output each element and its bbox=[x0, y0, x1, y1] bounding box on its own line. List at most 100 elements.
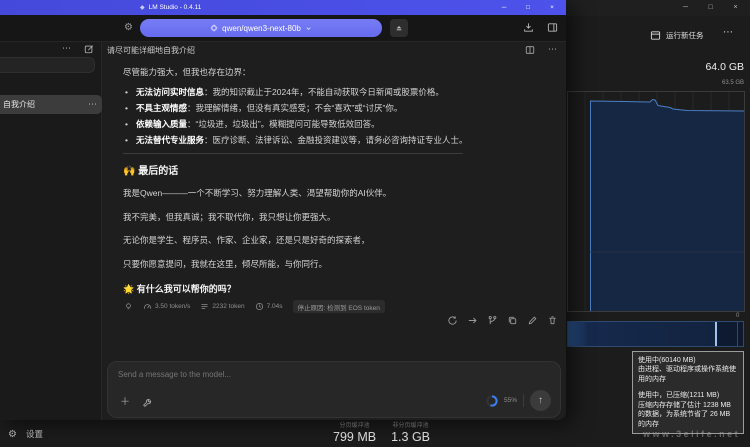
run-new-task-button[interactable]: 运行新任务 bbox=[650, 30, 704, 41]
tm-minimize-button[interactable]: ─ bbox=[673, 0, 698, 16]
lm-maximize-button[interactable]: □ bbox=[516, 0, 540, 15]
eject-model-button[interactable] bbox=[390, 19, 408, 37]
copy-icon[interactable] bbox=[507, 315, 518, 326]
tm-settings-button[interactable]: ⚙ 设置 bbox=[8, 428, 43, 440]
memory-usage-area bbox=[590, 99, 744, 312]
input-left-icons: ＋ bbox=[120, 398, 152, 408]
tooltip-used-title: 使用中(60140 MB) bbox=[638, 357, 696, 364]
chat-pane: 请尽可能详细地自我介绍 ⋯ 尽管能力强大，但我也存在边界： • 无法访问实时信息：… bbox=[103, 42, 566, 420]
message-input-box[interactable]: ＋ 55% ↑ bbox=[107, 361, 561, 418]
attach-plus-icon[interactable]: ＋ bbox=[120, 398, 130, 408]
memory-pool: 非分页缓冲池 1.3 GB bbox=[391, 423, 431, 444]
input-divider bbox=[523, 394, 524, 407]
branch-icon[interactable] bbox=[487, 315, 498, 326]
message-input[interactable] bbox=[118, 370, 418, 379]
lm-minimize-button[interactable]: ─ bbox=[492, 0, 516, 15]
speed-stat: 3.50 token/s bbox=[143, 302, 190, 311]
new-chat-icon[interactable] bbox=[84, 44, 94, 54]
memory-in-use-segment bbox=[568, 322, 715, 346]
message-paragraphs: 我是Qwen———一个不断学习、努力理解人类、渴望帮助你的AI伙伴。 我不完美，但… bbox=[123, 188, 391, 282]
memory-pools: 分页缓冲池 799 MB 非分页缓冲池 1.3 GB bbox=[333, 420, 430, 444]
download-icon[interactable] bbox=[523, 22, 534, 33]
message-paragraph: 我不完美，但我真诚；我不取代你，我只想让你更强大。 bbox=[123, 211, 336, 222]
duration-stat: 7.04s bbox=[255, 302, 283, 311]
generation-stats: 3.50 token/s 2232 token 7.04s 停止原因: 检测到 … bbox=[124, 300, 385, 313]
tm-settings-label: 设置 bbox=[25, 429, 43, 439]
delete-trash-icon[interactable] bbox=[547, 315, 558, 326]
regenerate-icon[interactable] bbox=[447, 315, 458, 326]
token-count-stat: 2232 token bbox=[200, 302, 245, 311]
memory-pool: 分页缓冲池 799 MB bbox=[333, 423, 377, 444]
message-intro: 尽管能力强大，但我也存在边界： bbox=[123, 67, 251, 77]
chat-sidebar: ⋯ 自我介绍 ⋯ bbox=[0, 42, 102, 420]
tm-maximize-button[interactable]: □ bbox=[698, 0, 723, 16]
tooltip-used-desc: 由进程、驱动程序或操作系统使用的内存 bbox=[638, 366, 736, 383]
panel-toggle-icon[interactable] bbox=[547, 22, 558, 33]
sidebar-search-input[interactable] bbox=[0, 57, 95, 73]
gear-icon: ⚙ bbox=[8, 428, 17, 440]
columns-icon[interactable] bbox=[525, 45, 535, 55]
tooltip-compressed-title: 使用中，已压缩(1211 MB) bbox=[638, 392, 720, 400]
send-button[interactable]: ↑ bbox=[530, 390, 551, 411]
message-final-heading: 🙌 最后的话 bbox=[123, 166, 179, 177]
message-bullets: • 无法访问实时信息：我的知识截止于2024年，不能自动获取今日新闻或股票价格。 •… bbox=[123, 84, 468, 148]
lmstudio-toolbar: ⚙ qwen/qwen3-next-80b bbox=[0, 15, 566, 42]
context-progress-ring bbox=[486, 394, 498, 407]
bullet-item: • 无法访问实时信息：我的知识截止于2024年，不能自动获取今日新闻或股票价格。 bbox=[125, 87, 444, 97]
input-right-cluster: 55% ↑ bbox=[486, 390, 551, 411]
memory-usage-graph bbox=[567, 91, 745, 312]
lmstudio-logo-icon: ◆ bbox=[140, 5, 145, 11]
memory-total-value: 64.0 GB bbox=[705, 61, 744, 73]
chat-header-title: 请尽可能详细地自我介绍 bbox=[107, 46, 195, 55]
tooltip-compressed-desc: 压缩内存存储了估计 1238 MB 的数据，为系统节省了 26 MB 的内存 bbox=[638, 401, 731, 428]
tm-close-button[interactable]: × bbox=[723, 0, 748, 16]
gauge-icon bbox=[143, 304, 152, 309]
sidebar-more-button[interactable]: ⋯ bbox=[62, 43, 72, 54]
message-paragraph: 只要你愿意提问，我就在这里，倾尽所能，与你同行。 bbox=[123, 258, 328, 269]
chip-icon bbox=[210, 24, 218, 32]
message-divider bbox=[123, 153, 463, 154]
graph-axis-zero-label: 0 bbox=[736, 313, 740, 319]
sidebar-chat-item[interactable]: 自我介绍 ⋯ bbox=[0, 95, 102, 114]
lmstudio-titlebar: ◆ LM Studio - 0.4.11 ─ □ × bbox=[0, 0, 566, 15]
wrench-icon[interactable] bbox=[142, 398, 152, 408]
model-selector-label: qwen/qwen3-next-80b bbox=[222, 23, 301, 33]
bullet-item: • 依赖输入质量：“垃圾进，垃圾出”。模糊提问可能导致低效回答。 bbox=[125, 119, 380, 129]
tm-more-button[interactable]: ⋯ bbox=[723, 27, 734, 38]
run-new-task-label: 运行新任务 bbox=[666, 31, 704, 40]
screenshot-stage: ─ □ × 运行新任务 ⋯ 64.0 GB 63.5 GB 0 使用中(6014… bbox=[0, 0, 750, 447]
edit-pencil-icon[interactable] bbox=[527, 315, 538, 326]
chat-item-title: 自我介绍 bbox=[3, 100, 35, 109]
message-actions bbox=[447, 315, 558, 326]
bullet-item: • 无法替代专业服务：医疗诊断、法律诉讼、金融投资建议等，请务必咨询持证专业人士。 bbox=[125, 135, 468, 145]
model-selector[interactable]: qwen/qwen3-next-80b bbox=[140, 19, 382, 37]
memory-tooltip: 使用中(60140 MB) 由进程、驱动程序或操作系统使用的内存 使用中，已压缩… bbox=[632, 351, 744, 435]
lmstudio-window: ◆ LM Studio - 0.4.11 ─ □ × ⚙ qwen/qwen3-… bbox=[0, 0, 566, 420]
bullet-item: • 不具主观情感：我理解情绪，但没有真实感受；不会“喜欢”或“讨厌”你。 bbox=[125, 103, 403, 113]
message-paragraph: 我是Qwen———一个不断学习、努力理解人类、渴望帮助你的AI伙伴。 bbox=[123, 188, 392, 198]
chevron-down-icon bbox=[305, 25, 312, 32]
taskmanager-window-controls: ─ □ × bbox=[673, 0, 748, 16]
message-paragraph: 无论你是学生、程序员、作家、企业家，还是只是好奇的探索者， bbox=[123, 235, 370, 245]
continue-arrow-icon[interactable] bbox=[467, 315, 478, 326]
lm-close-button[interactable]: × bbox=[540, 0, 564, 15]
chat-more-button[interactable]: ⋯ bbox=[548, 44, 557, 55]
stop-reason-badge: 停止原因: 检测到 EOS token bbox=[292, 300, 385, 313]
memory-modified-segment bbox=[717, 322, 738, 346]
insight-bulb-icon[interactable] bbox=[124, 302, 133, 311]
memory-scale-top-label: 63.5 GB bbox=[721, 80, 744, 86]
watermark-text: www.3elife.net bbox=[643, 429, 741, 439]
context-usage-label: 55% bbox=[503, 397, 517, 404]
list-icon bbox=[201, 304, 208, 309]
memory-composition-bar[interactable] bbox=[567, 321, 744, 347]
new-task-icon bbox=[650, 30, 661, 41]
lmstudio-window-controls: ─ □ × bbox=[492, 0, 564, 15]
chat-item-more-button[interactable]: ⋯ bbox=[88, 95, 97, 114]
window-title: ◆ LM Studio - 0.4.11 bbox=[140, 4, 202, 11]
chat-header-icons: ⋯ bbox=[525, 44, 557, 55]
clock-icon bbox=[255, 302, 263, 311]
sidebar-header: ⋯ bbox=[62, 43, 94, 54]
toolbar-right-icons bbox=[523, 22, 558, 33]
message-closing: 🌟 有什么我可以帮你的吗？ bbox=[123, 284, 236, 294]
model-settings-gear-icon[interactable]: ⚙ bbox=[124, 22, 133, 33]
